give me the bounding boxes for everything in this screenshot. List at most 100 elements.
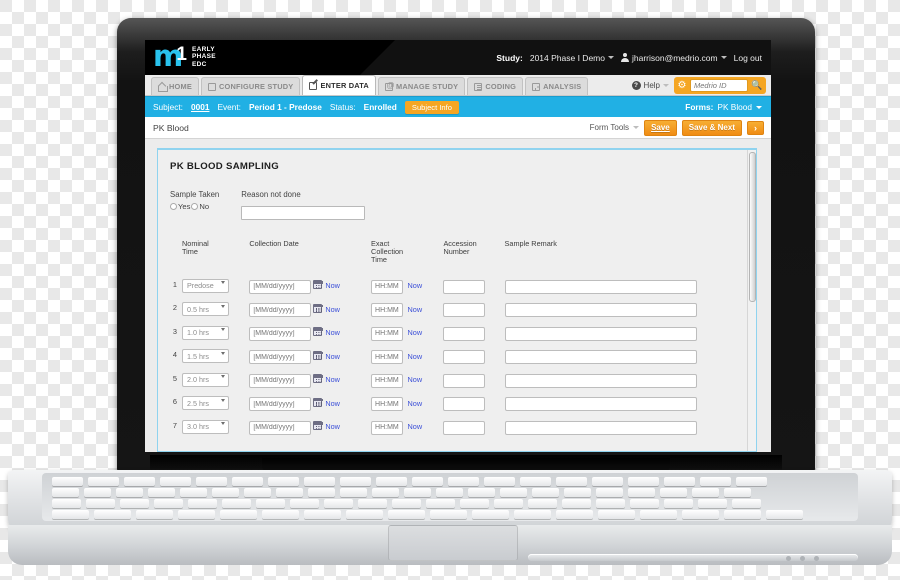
subject-info-button[interactable]: Subject Info [404,100,459,114]
now-link-date[interactable]: Now [325,422,340,431]
search-input[interactable] [690,79,748,92]
sample-remark-input[interactable] [504,397,697,412]
cell-collection-date: Now [249,343,371,367]
reason-not-done-input[interactable] [241,205,366,220]
nominal-time-select[interactable]: Predose [182,278,229,293]
cell-collection-date: Now [249,367,371,391]
study-selector[interactable]: 2014 Phase I Demo [530,53,614,63]
exact-time-input[interactable] [371,303,404,318]
calendar-icon[interactable] [313,327,324,337]
accession-number-input[interactable] [443,373,486,388]
collection-date-input[interactable] [249,350,312,365]
scrollbar-thumb[interactable] [749,152,756,302]
form-page-body: PK BLOOD SAMPLING Sample Taken Yes No Re… [145,139,771,452]
sample-remark-input[interactable] [504,326,697,341]
now-link-date[interactable]: Now [325,281,340,290]
laptop-mockup: m 1 EARLY PHASE EDC Study: 2014 Phase I … [0,0,900,580]
now-link-time[interactable]: Now [408,375,423,384]
now-link-date[interactable]: Now [325,305,340,314]
keyboard-key [640,510,677,519]
sample-remark-input[interactable] [504,373,697,388]
subject-id-link[interactable]: 0001 [191,102,209,112]
now-link-time[interactable]: Now [408,281,423,290]
nominal-time-select[interactable]: 0.5 hrs [182,302,229,317]
radio-yes[interactable]: Yes [170,202,190,211]
accession-number-input[interactable] [443,420,486,435]
calendar-icon[interactable] [313,280,324,290]
nominal-time-select[interactable]: 3.0 hrs [182,419,229,434]
exact-time-input[interactable] [371,279,404,294]
calendar-icon[interactable] [313,397,324,407]
nominal-time-select[interactable]: 1.0 hrs [182,325,229,340]
now-link-time[interactable]: Now [408,352,423,361]
save-and-next-button[interactable]: Save & Next [681,119,742,136]
cell-exact-time: Now [371,296,443,320]
exact-time-input[interactable] [371,373,404,388]
accession-number-input[interactable] [443,326,486,341]
magnifier-icon[interactable]: 🔍 [750,79,764,92]
sample-remark-input[interactable] [504,279,697,294]
exact-time-input[interactable] [371,350,404,365]
tab-home[interactable]: HOME [151,77,199,95]
collection-date-input[interactable] [249,279,312,294]
exact-time-input[interactable] [371,420,404,435]
sample-remark-input[interactable] [504,350,697,365]
now-link-time[interactable]: Now [408,328,423,337]
calendar-icon[interactable] [313,421,324,431]
accession-number-input[interactable] [443,397,486,412]
now-link-time[interactable]: Now [408,422,423,431]
forms-selector[interactable]: Forms: PK Blood [685,102,762,112]
gear-icon[interactable]: ⚙ [676,80,688,92]
help-menu[interactable]: ? Help [631,81,669,90]
now-link-time[interactable]: Now [408,305,423,314]
accession-number-input[interactable] [443,303,486,318]
now-link-date[interactable]: Now [325,328,340,337]
collection-date-input[interactable] [249,397,312,412]
collection-date-input[interactable] [249,373,312,388]
calendar-icon[interactable] [313,350,324,360]
keyboard-key [664,499,693,508]
sample-remark-input[interactable] [504,303,697,318]
app-logo[interactable]: m 1 EARLY PHASE EDC [153,42,216,71]
nominal-time-select[interactable]: 1.5 hrs [182,349,229,364]
radio-no[interactable]: No [191,202,209,211]
calendar-icon[interactable] [313,374,324,384]
sample-remark-input[interactable] [504,420,697,435]
collection-date-input[interactable] [249,303,312,318]
exact-time-input[interactable] [371,397,404,412]
collection-date-input[interactable] [249,326,312,341]
cell-collection-date: Now [249,273,371,297]
table-head: Nominal Time Collection Date Exact Collect… [170,239,744,273]
accession-number-input[interactable] [443,279,486,294]
nominal-time-select[interactable]: 2.0 hrs [182,372,229,387]
tab-configure-study[interactable]: CONFIGURE STUDY [200,77,301,95]
forms-value: PK Blood [717,102,752,112]
tab-enter-data[interactable]: ENTER DATA [302,75,376,95]
accession-number-input[interactable] [443,350,486,365]
nominal-time-select[interactable]: 2.5 hrs [182,396,229,411]
form-tools-menu[interactable]: Form Tools [590,123,640,132]
radio-yes-input[interactable] [170,203,177,210]
now-link-date[interactable]: Now [325,352,340,361]
now-link-date[interactable]: Now [325,375,340,384]
panel-scrollbar[interactable] [747,150,756,451]
next-form-button[interactable]: › [747,120,764,135]
tab-manage-study[interactable]: MANAGE STUDY [377,77,466,95]
cell-remark [504,390,744,414]
now-link-date[interactable]: Now [325,399,340,408]
pencil-page-icon [309,81,318,90]
collection-date-input[interactable] [249,420,312,435]
radio-no-input[interactable] [191,203,199,210]
now-link-time[interactable]: Now [408,399,423,408]
tab-coding[interactable]: CODING [467,77,524,95]
calendar-icon[interactable] [313,303,324,313]
row-number: 1 [172,279,177,289]
logout-link[interactable]: Log out [734,53,762,63]
exact-time-input[interactable] [371,326,404,341]
chevron-down-icon [663,84,669,87]
keyboard-key [562,499,591,508]
keyboard-key [514,510,551,519]
tab-analysis[interactable]: ANALYSIS [525,77,589,95]
save-button[interactable]: Save [644,119,677,136]
user-menu[interactable]: jharrison@medrio.com [620,53,727,63]
